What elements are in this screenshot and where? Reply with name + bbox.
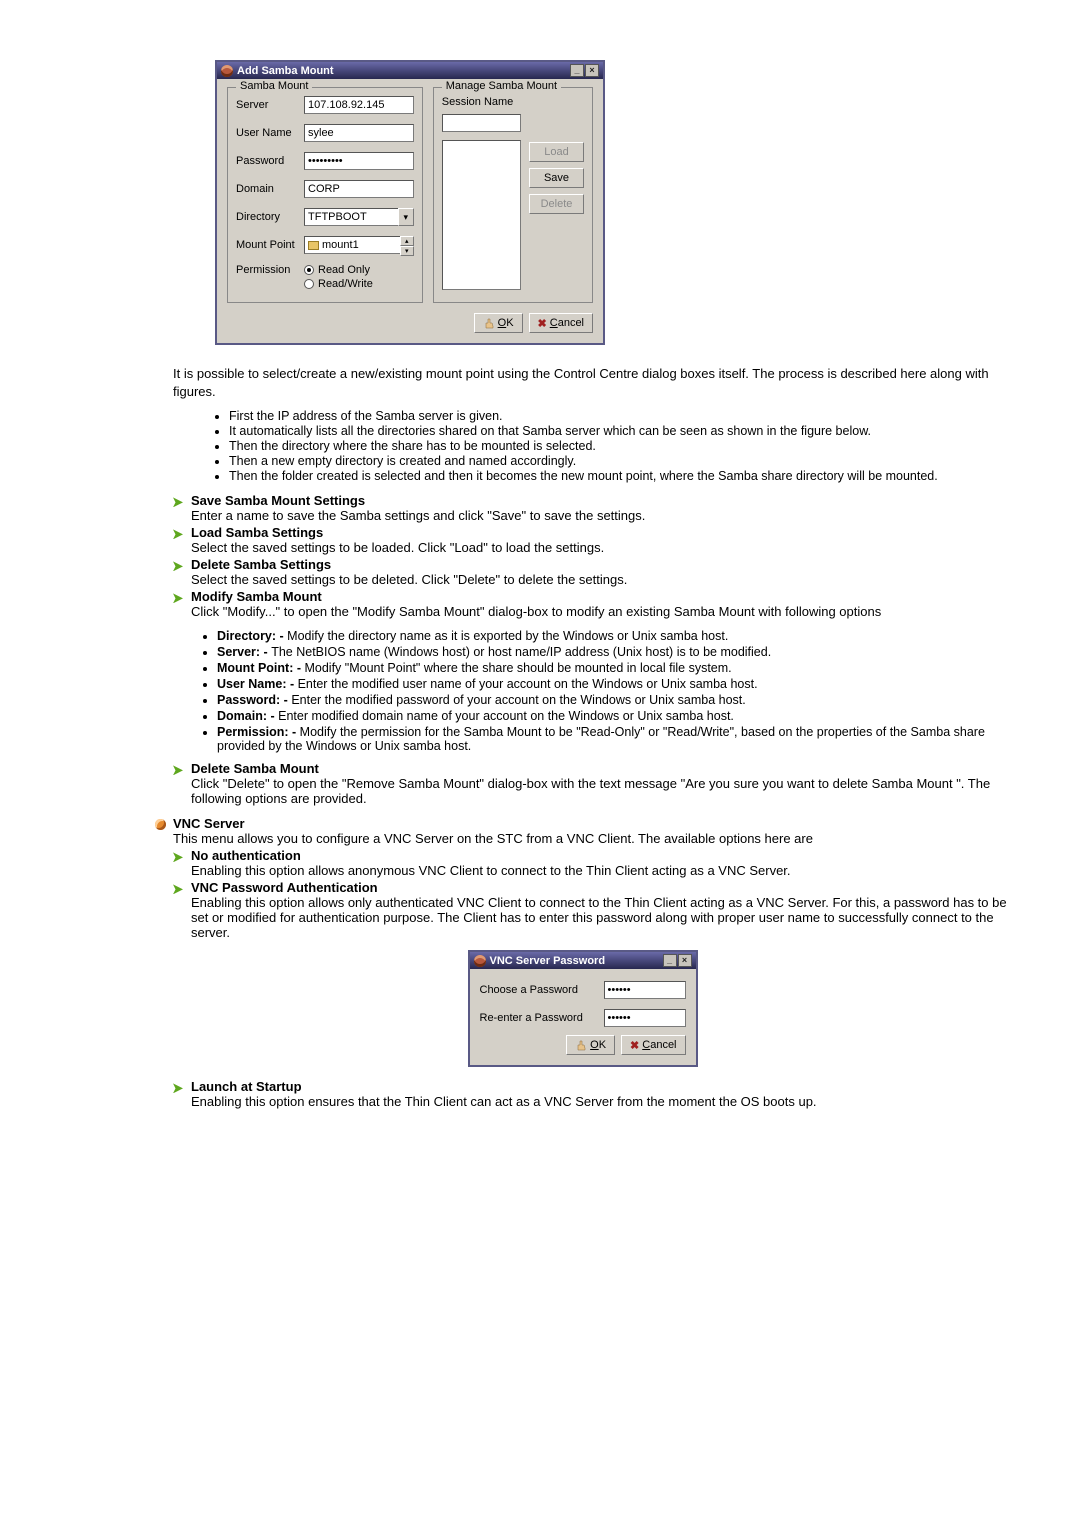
manage-legend: Manage Samba Mount [442, 80, 561, 92]
step-item: First the IP address of the Samba server… [229, 409, 1010, 423]
modify-item: User Name: - Enter the modified user nam… [217, 677, 1010, 691]
vnc-password-dialog: VNC Server Password _ × Choose a Passwor… [468, 950, 698, 1067]
permission-label: Permission [236, 264, 298, 276]
reenter-password-label: Re-enter a Password [480, 1012, 598, 1024]
launch-startup-section: Launch at Startup Enabling this option e… [173, 1079, 1010, 1109]
delete-button[interactable]: Delete [529, 194, 584, 214]
modify-item: Mount Point: - Modify "Mount Point" wher… [217, 661, 1010, 675]
delete-mount-section: Delete Samba Mount Click "Delete" to ope… [173, 761, 1010, 806]
vnc-noauth-section: No authentication Enabling this option a… [173, 848, 1010, 878]
vnc-server-section: VNC Server This menu allows you to confi… [155, 816, 1010, 940]
document-content: It is possible to select/create a new/ex… [155, 365, 1010, 1109]
chevron-down-icon[interactable]: ▾ [398, 208, 414, 226]
server-label: Server [236, 99, 298, 111]
step-item: Then a new empty directory is created an… [229, 454, 1010, 468]
reenter-password-input[interactable]: •••••• [604, 1009, 686, 1027]
username-input[interactable]: sylee [304, 124, 414, 142]
mountpoint-select[interactable]: mount1 ▴▾ [304, 236, 414, 254]
readwrite-radio[interactable]: Read/Write [304, 278, 373, 290]
folder-icon [308, 241, 319, 250]
directory-combo[interactable]: TFTPBOOT ▾ [304, 208, 414, 226]
choose-password-label: Choose a Password [480, 984, 598, 996]
vnc-pwauth-section: VNC Password Authentication Enabling thi… [173, 880, 1010, 940]
cancel-icon: ✖ [538, 317, 547, 330]
domain-input[interactable]: CORP [304, 180, 414, 198]
minimize-button[interactable]: _ [663, 954, 677, 967]
dialog2-title: VNC Server Password [490, 955, 606, 967]
ok-icon [483, 317, 495, 329]
modify-item: Domain: - Enter modified domain name of … [217, 709, 1010, 723]
mountpoint-label: Mount Point [236, 239, 298, 251]
session-listbox[interactable] [442, 140, 521, 290]
modify-item: Directory: - Modify the directory name a… [217, 629, 1010, 643]
domain-label: Domain [236, 183, 298, 195]
session-name-label: Session Name [442, 96, 521, 108]
directory-label: Directory [236, 211, 298, 223]
readonly-radio[interactable]: Read Only [304, 264, 373, 276]
save-button[interactable]: Save [529, 168, 584, 188]
close-button[interactable]: × [585, 64, 599, 77]
username-label: User Name [236, 127, 298, 139]
stepper-up[interactable]: ▴ [400, 236, 414, 246]
modify-mount-section: Modify Samba Mount Click "Modify..." to … [173, 589, 1010, 753]
modify-item: Server: - The NetBIOS name (Windows host… [217, 645, 1010, 659]
session-name-input[interactable] [442, 114, 521, 132]
modify-item: Password: - Enter the modified password … [217, 693, 1010, 707]
samba-mount-legend: Samba Mount [236, 80, 312, 92]
password-label: Password [236, 155, 298, 167]
password-input[interactable]: ••••••••• [304, 152, 414, 170]
samba-mount-group: Samba Mount Server 107.108.92.145 User N… [227, 87, 423, 303]
stepper-down[interactable]: ▾ [400, 246, 414, 256]
app-icon [221, 65, 233, 77]
load-settings-section: Load Samba Settings Select the saved set… [173, 525, 1010, 555]
dialog2-titlebar: VNC Server Password _ × [470, 952, 696, 969]
cancel-button[interactable]: ✖ Cancel [621, 1035, 685, 1055]
delete-settings-section: Delete Samba Settings Select the saved s… [173, 557, 1010, 587]
dialog-titlebar: Add Samba Mount _ × [217, 62, 603, 79]
modify-item: Permission: - Modify the permission for … [217, 725, 1010, 753]
server-input[interactable]: 107.108.92.145 [304, 96, 414, 114]
close-button[interactable]: × [678, 954, 692, 967]
ok-button[interactable]: OK [566, 1035, 615, 1055]
load-button[interactable]: Load [529, 142, 584, 162]
add-samba-mount-dialog: Add Samba Mount _ × Samba Mount Server 1… [215, 60, 605, 345]
choose-password-input[interactable]: •••••• [604, 981, 686, 999]
dialog-title: Add Samba Mount [237, 65, 334, 77]
app-icon [474, 955, 486, 967]
step-item: It automatically lists all the directori… [229, 424, 1010, 438]
save-settings-section: Save Samba Mount Settings Enter a name t… [173, 493, 1010, 523]
cancel-icon: ✖ [630, 1039, 639, 1052]
intro-paragraph: It is possible to select/create a new/ex… [173, 365, 1010, 401]
step-item: Then the folder created is selected and … [229, 469, 1010, 483]
minimize-button[interactable]: _ [570, 64, 584, 77]
ok-icon [575, 1039, 587, 1051]
step-item: Then the directory where the share has t… [229, 439, 1010, 453]
manage-samba-mount-group: Manage Samba Mount Session Name Load Sav… [433, 87, 593, 303]
ok-button[interactable]: OK [474, 313, 523, 333]
cancel-button[interactable]: ✖ Cancel [529, 313, 593, 333]
